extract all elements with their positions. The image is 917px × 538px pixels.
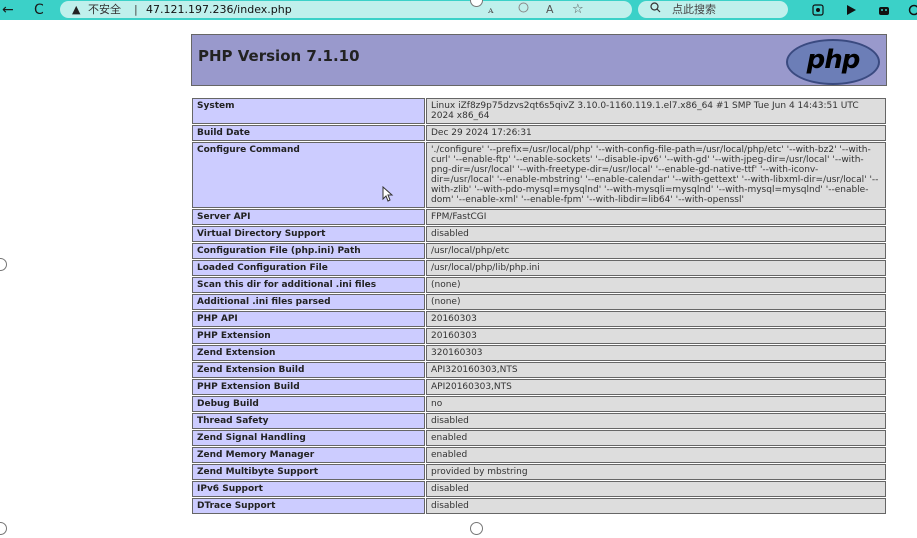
- row-value: disabled: [426, 481, 886, 497]
- row-key: PHP Extension: [192, 328, 425, 344]
- row-key: Debug Build: [192, 396, 425, 412]
- row-value: './configure' '--prefix=/usr/local/php' …: [426, 142, 886, 208]
- table-row: Configure Command './configure' '--prefix…: [192, 142, 886, 208]
- reload-icon[interactable]: C: [34, 0, 44, 20]
- search-input[interactable]: 点此搜索: [638, 1, 788, 18]
- row-key: Zend Multibyte Support: [192, 464, 425, 480]
- extension-icon[interactable]: [878, 0, 890, 20]
- table-row: System Linux iZf8z9p75dzvs2qt6s5qivZ 3.10…: [192, 98, 886, 124]
- row-key: PHP Extension Build: [192, 379, 425, 395]
- table-row: Virtual Directory Support disabled: [192, 226, 886, 242]
- row-value: 20160303: [426, 328, 886, 344]
- back-icon[interactable]: ←: [2, 0, 14, 20]
- row-key: Additional .ini files parsed: [192, 294, 425, 310]
- row-key: System: [192, 98, 425, 124]
- row-key: DTrace Support: [192, 498, 425, 514]
- address-separator: |: [134, 3, 138, 16]
- row-key: Thread Safety: [192, 413, 425, 429]
- row-key: PHP API: [192, 311, 425, 327]
- table-row: Configuration File (php.ini) Path/usr/lo…: [192, 243, 886, 259]
- table-row: Loaded Configuration File/usr/local/php/…: [192, 260, 886, 276]
- tracking-icon[interactable]: [518, 1, 529, 18]
- row-key: Zend Memory Manager: [192, 447, 425, 463]
- table-row: PHP Extension Build API20160303,NTS: [192, 379, 886, 395]
- play-icon[interactable]: [846, 0, 857, 20]
- search-icon: [650, 1, 661, 18]
- row-key: IPv6 Support: [192, 481, 425, 497]
- screenshot-icon[interactable]: [812, 0, 824, 20]
- selection-handle[interactable]: [470, 522, 483, 535]
- row-value: provided by mbstring: [426, 464, 886, 480]
- row-key: Loaded Configuration File: [192, 260, 425, 276]
- row-value: disabled: [426, 413, 886, 429]
- row-key: Scan this dir for additional .ini files: [192, 277, 425, 293]
- row-value: 20160303: [426, 311, 886, 327]
- info-table: System Linux iZf8z9p75dzvs2qt6s5qivZ 3.10…: [191, 97, 887, 515]
- security-label[interactable]: 不安全: [88, 1, 121, 18]
- table-row: DTrace Support disabled: [192, 498, 886, 514]
- row-key: Virtual Directory Support: [192, 226, 425, 242]
- row-key: Zend Signal Handling: [192, 430, 425, 446]
- address-bar[interactable]: ▲ 不安全 | 47.121.197.236/index.php ꭺ A ☆: [60, 1, 632, 18]
- table-row: PHP Extension 20160303: [192, 328, 886, 344]
- row-value: no: [426, 396, 886, 412]
- favorite-icon[interactable]: ☆: [572, 1, 584, 18]
- table-row: Zend Memory Manager enabled: [192, 447, 886, 463]
- selection-handle[interactable]: [0, 522, 7, 535]
- row-key: Server API: [192, 209, 425, 225]
- row-value: /usr/local/php/lib/php.ini: [426, 260, 886, 276]
- row-value: FPM/FastCGI: [426, 209, 886, 225]
- row-value: Dec 29 2024 17:26:31: [426, 125, 886, 141]
- table-row: IPv6 Support disabled: [192, 481, 886, 497]
- row-key: Zend Extension Build: [192, 362, 425, 378]
- selection-handle[interactable]: [0, 258, 7, 271]
- table-row: Debug Build no: [192, 396, 886, 412]
- table-row: Zend Multibyte Support provided by mbstri…: [192, 464, 886, 480]
- more-icon[interactable]: [908, 0, 917, 20]
- table-row: Scan this dir for additional .ini files(…: [192, 277, 886, 293]
- row-value: enabled: [426, 447, 886, 463]
- row-value: Linux iZf8z9p75dzvs2qt6s5qivZ 3.10.0-116…: [426, 98, 886, 124]
- php-logo-text: php: [806, 45, 861, 75]
- row-value: (none): [426, 294, 886, 310]
- row-value: (none): [426, 277, 886, 293]
- table-row: Zend Signal Handling enabled: [192, 430, 886, 446]
- mouse-cursor-icon: [382, 185, 394, 206]
- row-value: disabled: [426, 498, 886, 514]
- row-value: disabled: [426, 226, 886, 242]
- row-value: enabled: [426, 430, 886, 446]
- search-placeholder: 点此搜索: [672, 3, 716, 16]
- table-row: Thread Safety disabled: [192, 413, 886, 429]
- table-row: Server API FPM/FastCGI: [192, 209, 886, 225]
- table-row: Zend Extension 320160303: [192, 345, 886, 361]
- php-version-header: PHP Version 7.1.10 php: [191, 34, 887, 86]
- warning-icon[interactable]: ▲: [72, 1, 80, 18]
- php-logo: php: [786, 39, 880, 85]
- row-key: Build Date: [192, 125, 425, 141]
- row-value: 320160303: [426, 345, 886, 361]
- page-title: PHP Version 7.1.10: [198, 47, 360, 65]
- table-row: Build Date Dec 29 2024 17:26:31: [192, 125, 886, 141]
- url-text[interactable]: 47.121.197.236/index.php: [146, 1, 292, 18]
- read-aloud-icon[interactable]: ꭺ: [488, 1, 494, 18]
- row-value: API320160303,NTS: [426, 362, 886, 378]
- table-row: PHP API 20160303: [192, 311, 886, 327]
- row-value: API20160303,NTS: [426, 379, 886, 395]
- immersive-reader-icon[interactable]: A: [546, 1, 554, 18]
- row-value: /usr/local/php/etc: [426, 243, 886, 259]
- table-row: Zend Extension Build API320160303,NTS: [192, 362, 886, 378]
- row-key: Zend Extension: [192, 345, 425, 361]
- browser-toolbar: ← C ▲ 不安全 | 47.121.197.236/index.php ꭺ A…: [0, 0, 917, 20]
- table-row: Additional .ini files parsed (none): [192, 294, 886, 310]
- row-key: Configuration File (php.ini) Path: [192, 243, 425, 259]
